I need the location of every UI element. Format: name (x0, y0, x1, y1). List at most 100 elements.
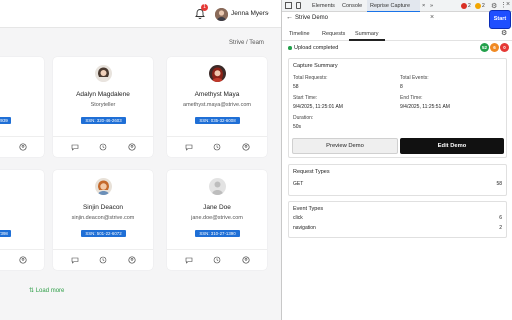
preview-demo-button[interactable]: Preview Demo (292, 138, 398, 154)
card-name: Jane Doe (203, 204, 231, 211)
user-avatar[interactable] (215, 8, 228, 21)
total-events-value: 8 (400, 84, 403, 90)
total-requests-label: Total Requests: (293, 75, 328, 81)
breadcrumb: Strive / Team (229, 40, 264, 46)
load-more-link[interactable]: ⇅ Load more (29, 287, 64, 294)
ssn-badge: SSN: 320-46-2603 (81, 117, 126, 124)
history-icon[interactable] (99, 256, 107, 264)
message-icon[interactable] (185, 256, 193, 264)
event-type-label: navigation (293, 225, 316, 231)
team-card[interactable]: Amethyst Maya amethyst.maya@strive.com S… (167, 57, 267, 157)
inspect-icon[interactable] (285, 2, 292, 9)
user-name[interactable]: Jenna Myers (231, 10, 268, 17)
settings-gear-icon[interactable]: ⚙ (501, 29, 507, 37)
end-time-value: 9/4/2025, 11:25:51 AM (400, 103, 450, 110)
devtools-panel: Elements Console Reprise Capture × » 2 2… (281, 0, 512, 320)
count-badge-orange: 6 (490, 43, 499, 52)
event-types-box: Event Types click 6 navigation 2 (288, 201, 507, 238)
total-requests-value: 58 (293, 84, 299, 90)
capture-summary-title: Capture Summary (293, 63, 338, 69)
event-types-title: Event Types (293, 206, 324, 212)
event-type-count: 6 (499, 215, 502, 221)
start-time-label: Start Time: (293, 95, 318, 101)
avatar-placeholder-icon (209, 178, 226, 195)
active-tab-indicator (349, 39, 385, 41)
card-name: Amethyst Maya (194, 91, 240, 98)
end-time-label: End Time: (400, 95, 423, 101)
count-badge-green: 52 (480, 43, 489, 52)
edit-demo-button[interactable]: Edit Demo (400, 138, 504, 154)
chevron-down-icon[interactable]: ⌄ (265, 9, 270, 16)
ssn-badge: SSN: 035-32-6008 (195, 117, 240, 124)
ssn-badge: SSN: 310-27-1390 (195, 230, 240, 237)
strive-app: 1 Jenna Myers ⌄ Strive / Team ey 3939 Ad… (0, 0, 281, 320)
tab-elements[interactable]: Elements (312, 3, 335, 9)
extension-header: ← Strive Demo × (282, 12, 512, 26)
notification-badge: 1 (201, 4, 208, 11)
event-type-label: click (293, 215, 303, 221)
card-role: ey (0, 94, 44, 100)
more-tabs-icon[interactable]: » (430, 3, 433, 9)
team-card[interactable]: Adalyn Magdalene Storyteller SSN: 320-46… (53, 57, 153, 157)
team-card[interactable]: Sinjin Deacon sinjin.deacon@strive.com S… (53, 170, 153, 270)
profile-icon[interactable] (128, 143, 136, 151)
tab-console[interactable]: Console (342, 3, 362, 9)
close-icon[interactable]: × (430, 14, 434, 21)
tab-close-icon[interactable]: × (422, 3, 425, 9)
app-header: 1 Jenna Myers ⌄ (0, 0, 281, 28)
card-role: Storyteller (90, 102, 116, 108)
team-card[interactable]: ey 3939 (0, 57, 44, 157)
history-icon[interactable] (213, 256, 221, 264)
tab-reprise-capture[interactable]: Reprise Capture (370, 3, 410, 9)
panel-tabs: Timeline Requests Summary ⚙ (282, 28, 512, 41)
avatar (95, 178, 112, 195)
ssn-badge: SSN: 501-22-6072 (81, 230, 126, 237)
demo-title: Strive Demo (295, 15, 329, 21)
status-dot-icon (288, 46, 292, 50)
error-icon[interactable] (461, 3, 467, 9)
back-arrow-icon[interactable]: ← (286, 14, 293, 21)
load-more-icon: ⇅ (29, 288, 36, 294)
team-card[interactable]: esly 7398 (0, 170, 44, 270)
devtools-tabbar: Elements Console Reprise Capture × » 2 2… (282, 0, 512, 12)
card-name: Adalyn Magdalene (76, 91, 130, 98)
card-name: Sinjin Deacon (82, 204, 124, 211)
profile-icon[interactable] (242, 143, 250, 151)
tab-summary[interactable]: Summary (355, 31, 379, 37)
ssn-badge: 7398 (0, 230, 11, 237)
start-time-value: 9/4/2025, 11:25:01 AM (293, 103, 343, 110)
history-icon[interactable] (99, 143, 107, 151)
request-types-title: Request Types (293, 169, 330, 175)
gear-icon[interactable]: ⚙ (491, 2, 497, 10)
avatar (209, 65, 226, 82)
upload-status: Upload completed (294, 44, 339, 51)
message-icon[interactable] (71, 143, 79, 151)
request-types-box: Request Types GET 58 (288, 164, 507, 196)
profile-icon[interactable] (19, 143, 27, 151)
device-toggle-icon[interactable] (296, 2, 301, 9)
card-role: amethyst.maya@strive.com (183, 102, 251, 108)
card-role: sinjin.deacon@strive.com (71, 215, 135, 221)
duration-label: Duration: (293, 115, 314, 121)
profile-icon[interactable] (242, 256, 250, 264)
total-events-label: Total Events: (400, 75, 429, 81)
request-type-count: 58 (496, 181, 502, 187)
history-icon[interactable] (213, 143, 221, 151)
warning-icon[interactable] (475, 3, 481, 9)
message-icon[interactable] (71, 256, 79, 264)
request-type-label: GET (293, 181, 304, 187)
message-icon[interactable] (185, 143, 193, 151)
profile-icon[interactable] (128, 256, 136, 264)
tab-timeline[interactable]: Timeline (289, 31, 310, 37)
warning-count: 2 (482, 3, 485, 9)
profile-icon[interactable] (19, 256, 27, 264)
team-card[interactable]: Jane Doe jane.doe@strive.com SSN: 310-27… (167, 170, 267, 270)
tab-requests[interactable]: Requests (322, 31, 345, 37)
ssn-badge: 3939 (0, 117, 11, 124)
duration-value: 50s (293, 124, 302, 130)
card-role: esly (0, 207, 44, 213)
capture-summary-box: Capture Summary Total Requests: 58 Total… (288, 58, 507, 158)
card-role: jane.doe@strive.com (191, 215, 243, 221)
close-icon[interactable]: × (506, 1, 510, 8)
start-button[interactable]: Start (489, 10, 511, 29)
